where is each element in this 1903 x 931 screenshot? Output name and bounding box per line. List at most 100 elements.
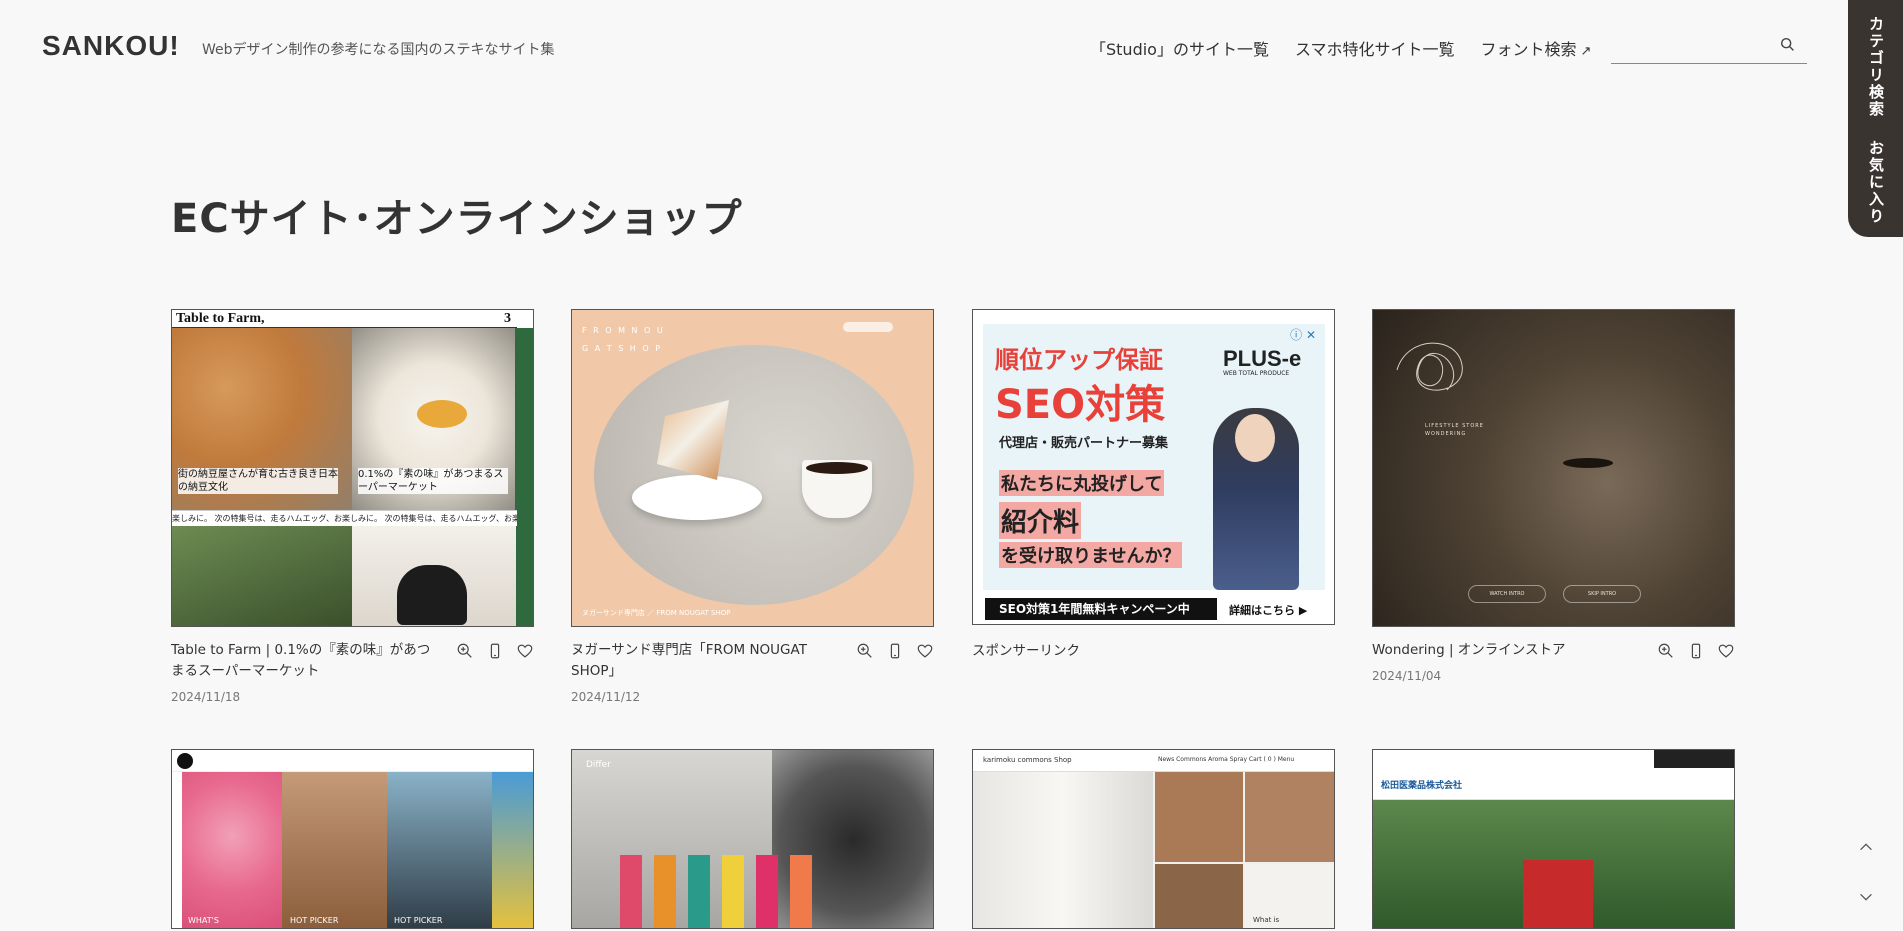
bottle-image: [620, 855, 642, 928]
eye-image: [1563, 458, 1613, 468]
external-link-icon: ↗: [1580, 44, 1592, 59]
ad-text: 紹介料: [999, 502, 1082, 539]
zoom-in-icon[interactable]: [456, 642, 474, 660]
plate-image: [632, 475, 762, 520]
bottle-image: [790, 855, 812, 928]
pink-art-image: [182, 772, 282, 928]
ad-subline: 代理店・販売パートナー募集: [999, 436, 1169, 451]
thumb-button: [843, 322, 893, 332]
thumb-logo: [177, 753, 193, 769]
site-thumbnail[interactable]: 松田医薬品株式会社: [1372, 749, 1735, 929]
product-image: [1155, 772, 1243, 862]
card-actions: [456, 640, 534, 682]
card-title[interactable]: Wondering | オンラインストア: [1372, 640, 1637, 661]
ad-more-link[interactable]: 詳細はこちら ▶: [1229, 602, 1307, 618]
heart-icon[interactable]: [1717, 642, 1735, 660]
thumb-caption: What is: [1253, 916, 1280, 924]
ad-headline: 順位アップ保証: [995, 346, 1163, 374]
thumb-caption: 街の納豆屋さんが育む古き良き日本の納豆文化: [178, 468, 338, 494]
thumb-brand: 松田医薬品株式会社: [1381, 781, 1463, 791]
ad-brand-sub: WEB TOTAL PRODUCE: [1223, 370, 1290, 377]
thumb-brand: karimoku commons Shop: [983, 756, 1072, 764]
heart-icon[interactable]: [516, 642, 534, 660]
farm-image: [172, 526, 352, 626]
wondering-logo: [1396, 342, 1463, 391]
smartphone-icon[interactable]: [486, 642, 504, 660]
card-date: 2024/11/18: [171, 690, 241, 704]
card-date: 2024/11/04: [1372, 669, 1442, 683]
ad-person-face: [1235, 414, 1275, 462]
egg-yolk: [417, 400, 467, 428]
card-meta: Table to Farm | 0.1%の『素の味』があつまるスーパーマーケット: [171, 640, 534, 682]
thumb-label: HOT PICKER: [394, 916, 443, 925]
sponsor-ad[interactable]: ⓘ ✕ 順位アップ保証 SEO対策 代理店・販売パートナー募集 私たちに丸投げし…: [972, 309, 1335, 625]
site-thumbnail[interactable]: F R O M N O U G A T S H O P ヌガーサンド専門店 ／ …: [571, 309, 934, 627]
smartphone-icon[interactable]: [886, 642, 904, 660]
search-icon[interactable]: [1779, 36, 1797, 54]
page-title: ECサイト･オンラインショップ: [171, 196, 743, 242]
card-title[interactable]: ヌガーサンド専門店「FROM NOUGAT SHOP」: [571, 640, 836, 682]
bottle-image: [654, 855, 676, 928]
ad-text: 私たちに丸投げして: [999, 470, 1165, 496]
thumb-tag: LIFESTYLE STORE WONDERING: [1425, 423, 1484, 437]
thumb-login-bar: [1654, 750, 1734, 768]
thumb-header: [172, 750, 533, 772]
thumb-side-nav: [515, 328, 533, 626]
search-box: [1611, 30, 1807, 64]
thumb-label: HOT PICKER: [290, 916, 339, 925]
rice-image: [352, 328, 516, 528]
category-search-tab[interactable]: カテゴリ検索: [1867, 16, 1885, 118]
card-date: 2024/11/12: [571, 690, 641, 704]
ad-headline: SEO対策: [995, 382, 1166, 428]
ad-cta-banner: SEO対策1年間無料キャンペーン中: [985, 598, 1217, 620]
nav-studio-sites[interactable]: 「Studio」のサイト一覧: [1090, 36, 1269, 60]
pattern-image: [492, 772, 533, 928]
site-card: 松田医薬品株式会社: [1372, 749, 1735, 929]
ad-brand: PLUS-e: [1223, 346, 1302, 371]
zoom-in-icon[interactable]: [856, 642, 874, 660]
card-meta: Wondering | オンラインストア: [1372, 640, 1735, 661]
nav-smartphone-sites[interactable]: スマホ特化サイト一覧: [1295, 36, 1455, 60]
side-tab: カテゴリ検索 お気に入り: [1848, 0, 1903, 237]
coffee-image: [806, 462, 868, 474]
nav-font-search[interactable]: フォント検索 ↗: [1481, 36, 1592, 60]
portrait-image: [387, 772, 492, 928]
nav-font-search-label: フォント検索: [1480, 40, 1577, 59]
site-card: karimoku commons Shop News Commons Aroma…: [972, 749, 1335, 929]
thumb-brand: Differ: [586, 760, 611, 770]
site-logo[interactable]: SANKOU!: [42, 30, 180, 62]
card-title[interactable]: Table to Farm | 0.1%の『素の味』があつまるスーパーマーケット: [171, 640, 436, 682]
sponsor-label: スポンサーリンク: [972, 643, 1080, 659]
ad-text: を受け取りませんか？: [999, 542, 1183, 568]
smartphone-icon[interactable]: [1687, 642, 1705, 660]
site-card: LIFESTYLE STORE WONDERING WATCH INTRO SK…: [1372, 309, 1735, 683]
thumb-label: WHAT'S: [188, 916, 219, 925]
site-card: Table to Farm, 3 街の納豆屋さんが育む古き良き日本の納豆文化 0…: [171, 309, 534, 704]
site-tagline: Webデザイン制作の参考になる国内のステキなサイト集: [202, 42, 555, 58]
watch-intro-button[interactable]: WATCH INTRO: [1468, 585, 1546, 603]
banner-image: [1523, 860, 1593, 928]
heart-icon[interactable]: [916, 642, 934, 660]
ad-info-icon[interactable]: ⓘ ✕: [1290, 326, 1316, 343]
site-thumbnail[interactable]: karimoku commons Shop News Commons Aroma…: [972, 749, 1335, 929]
card-actions: [1657, 640, 1735, 661]
bottle-image: [722, 855, 744, 928]
product-image: [1155, 864, 1243, 928]
natto-image: [172, 328, 352, 528]
favorites-tab[interactable]: お気に入り: [1867, 140, 1885, 225]
skip-intro-button[interactable]: SKIP INTRO: [1563, 585, 1641, 603]
thumb-caption: 0.1%の『素の味』があつまるスーパーマーケット: [358, 468, 508, 494]
card-actions: [856, 640, 934, 682]
jar-image: [397, 565, 467, 625]
site-thumbnail[interactable]: WHAT'S HOT PICKER HOT PICKER: [171, 749, 534, 929]
site-thumbnail[interactable]: Differ: [571, 749, 934, 929]
search-input[interactable]: [1611, 30, 1771, 60]
site-card: F R O M N O U G A T S H O P ヌガーサンド専門店 ／ …: [571, 309, 934, 704]
scroll-down-icon[interactable]: [1857, 888, 1875, 906]
scroll-up-icon[interactable]: [1857, 838, 1875, 856]
site-thumbnail[interactable]: Table to Farm, 3 街の納豆屋さんが育む古き良き日本の納豆文化 0…: [171, 309, 534, 627]
zoom-in-icon[interactable]: [1657, 642, 1675, 660]
sponsor-card: ⓘ ✕ 順位アップ保証 SEO対策 代理店・販売パートナー募集 私たちに丸投げし…: [972, 309, 1335, 659]
product-image: [1245, 772, 1334, 862]
site-thumbnail[interactable]: LIFESTYLE STORE WONDERING WATCH INTRO SK…: [1372, 309, 1735, 627]
